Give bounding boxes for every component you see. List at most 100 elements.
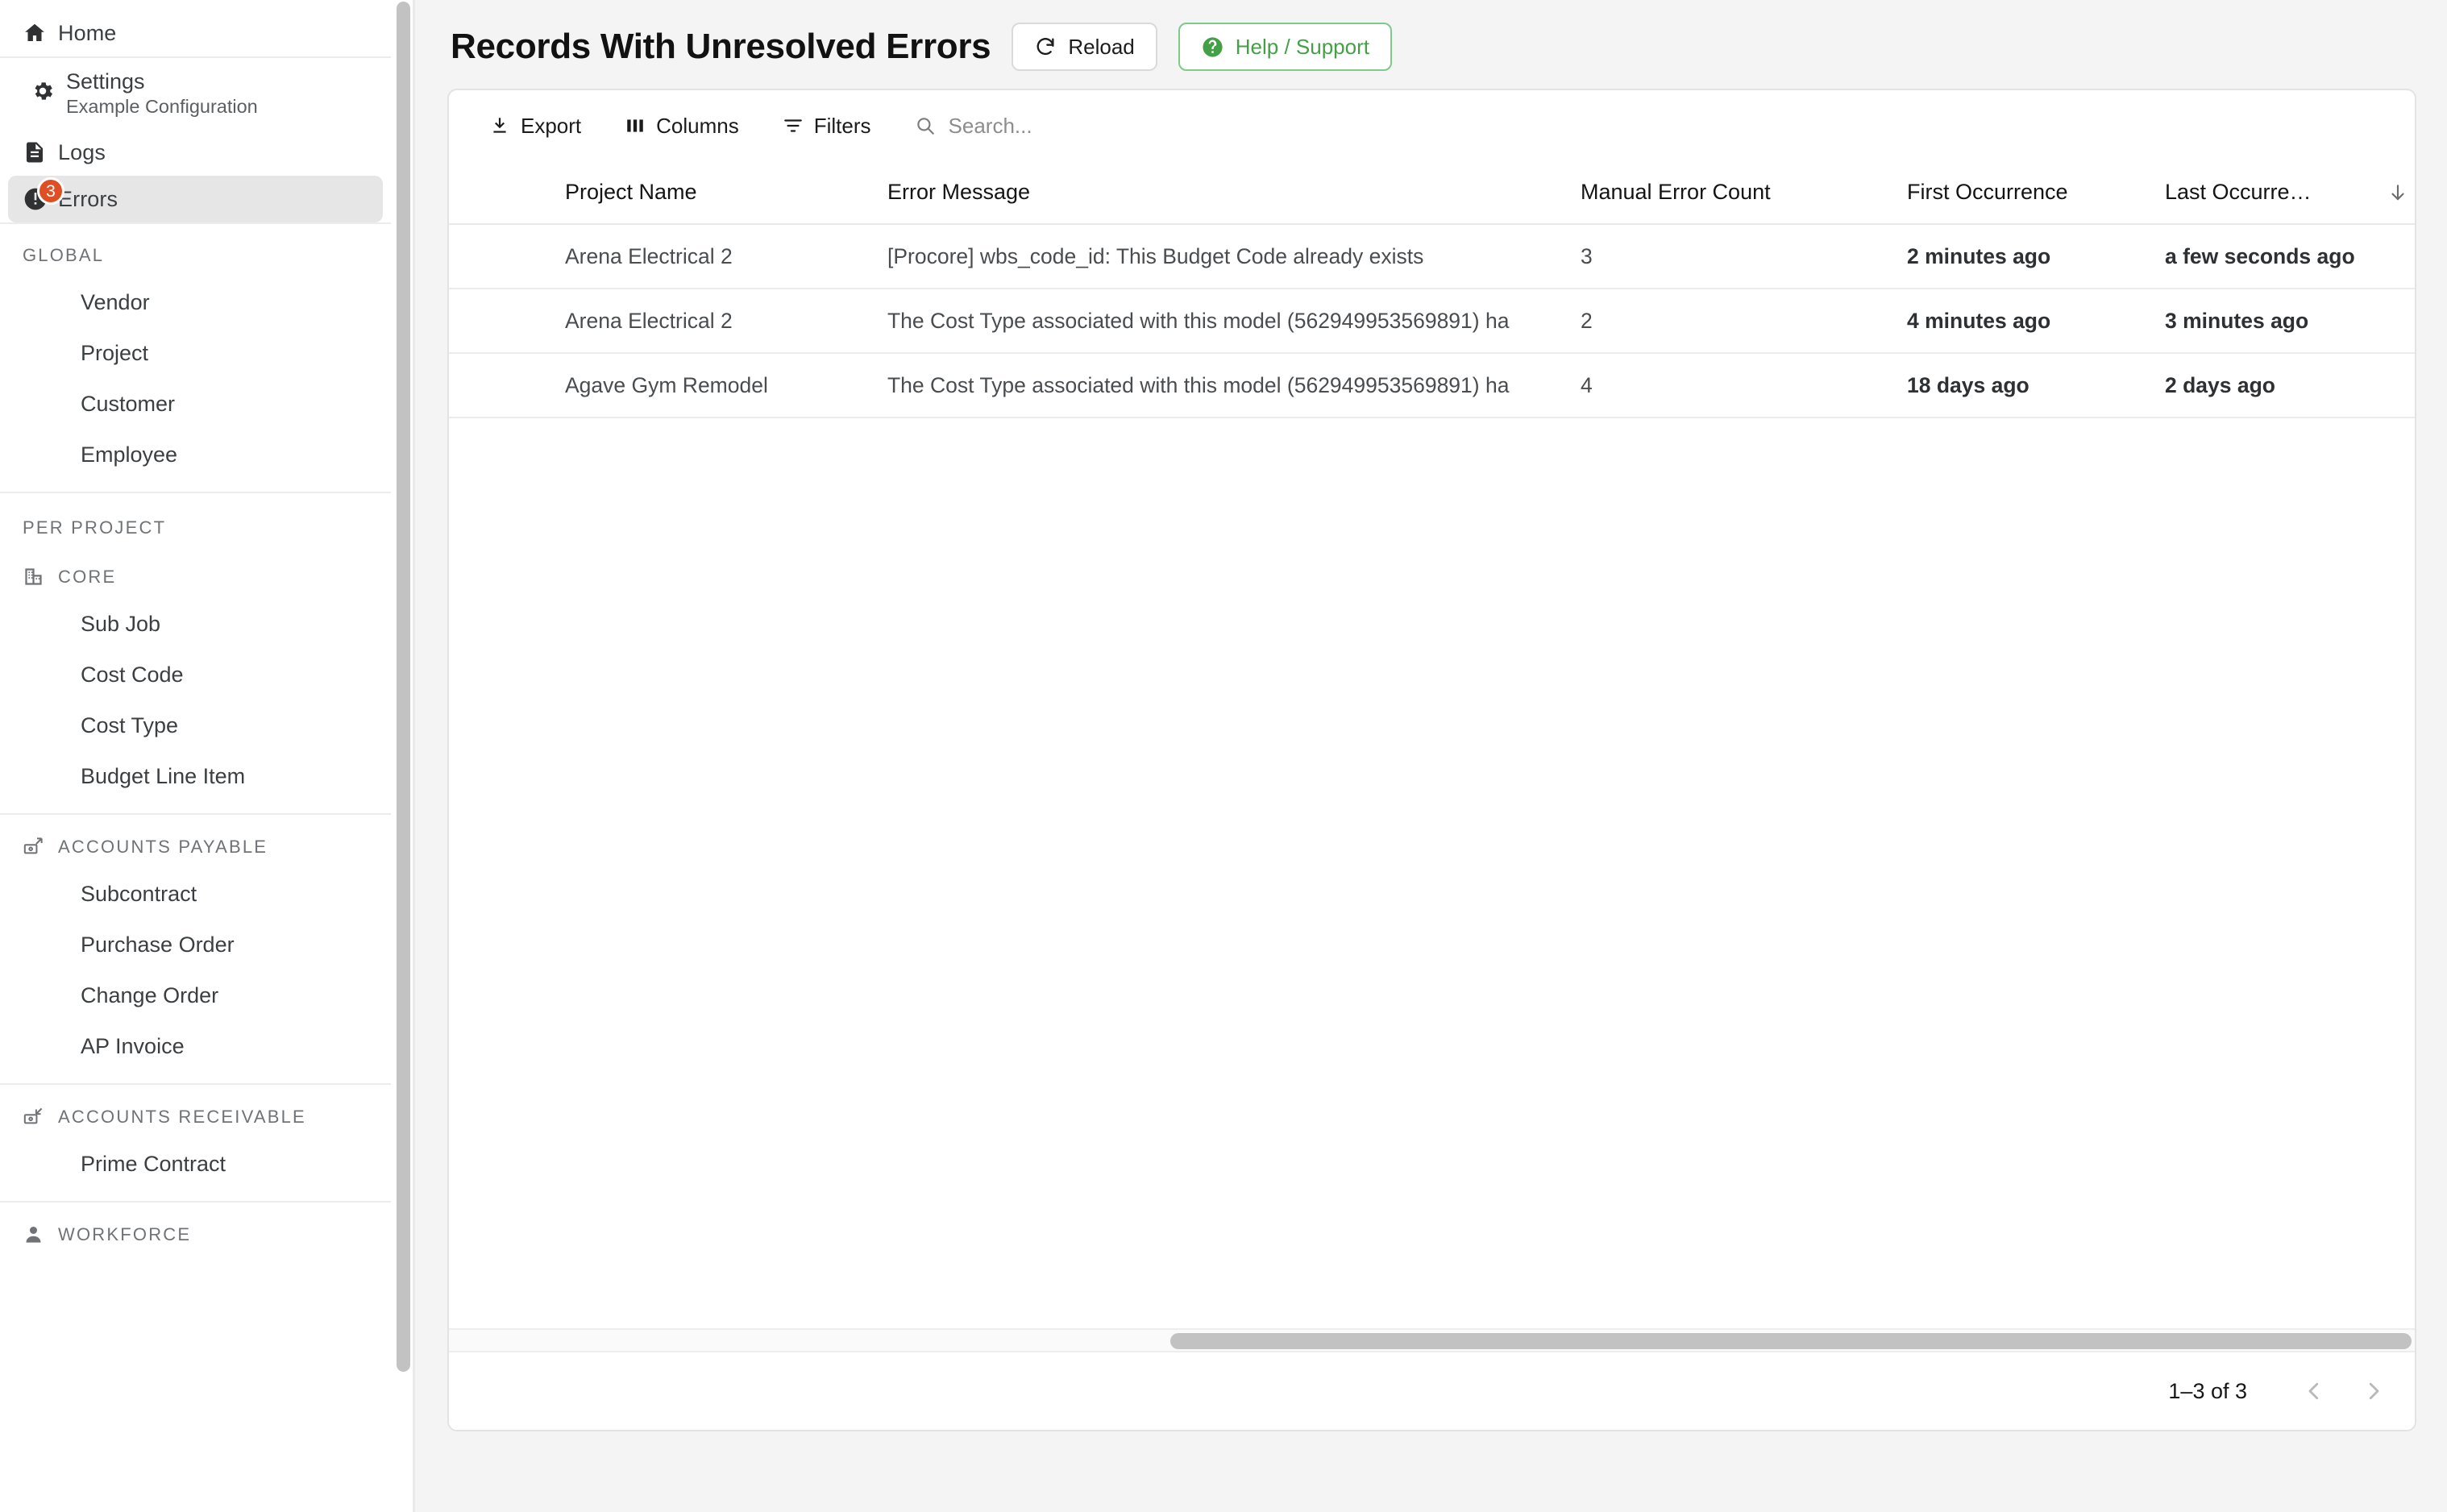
sidebar-group-per-project: PER PROJECT [0,493,391,545]
column-header-last-occurrence[interactable]: Last Occurre… [2154,161,2415,225]
sidebar-item-prime-contract[interactable]: Prime Contract [0,1139,391,1190]
sidebar-item-errors[interactable]: 3 Errors [8,176,383,222]
sidebar-group-workforce: WORKFORCE [0,1203,391,1257]
cell-project-name: Arena Electrical 2 [554,224,876,289]
cell-project-name: Agave Gym Remodel [554,353,876,418]
column-header-last-occurrence-label: Last Occurre… [2165,180,2312,204]
cell-manual-error-count: 2 [1569,289,1896,354]
sidebar-group-title: GLOBAL [23,245,105,265]
columns-icon [625,115,646,136]
sidebar-item-cost-code[interactable]: Cost Code [0,650,391,700]
table-horizontal-scrollbar-thumb[interactable] [1170,1333,2412,1349]
sidebar-item-project[interactable]: Project [0,328,391,379]
search-placeholder: Search... [948,113,1032,138]
sidebar-group-title: ACCOUNTS RECEIVABLE [58,1106,306,1127]
help-support-button[interactable]: Help / Support [1178,23,1392,71]
export-button[interactable]: Export [472,103,599,148]
pagination-next-button[interactable] [2347,1365,2400,1418]
sidebar-group-title: ACCOUNTS PAYABLE [58,836,268,857]
sidebar-item-settings[interactable]: Settings Example Configuration [8,58,383,129]
sidebar-group-header-accounts-receivable: ACCOUNTS RECEIVABLE [0,1085,391,1139]
table-row[interactable]: Arena Electrical 2 The Cost Type associa… [449,289,2415,354]
sidebar-settings-label: Settings [66,69,145,93]
sidebar-item-customer[interactable]: Customer [0,379,391,430]
reload-button[interactable]: Reload [1012,23,1157,71]
table-head: Project Name Error Message Manual Error … [449,161,2415,225]
sidebar-settings-sublabel: Example Configuration [66,96,258,117]
cell-manual-error-count: 3 [1569,224,1896,289]
sidebar-item-label: Home [58,20,117,45]
app-root: Home Settings Example Configuration Logs… [0,0,2447,1512]
cell-first-occurrence: 2 minutes ago [1896,224,2154,289]
sidebar-group-header-core: CORE [0,545,391,599]
sidebar-group-accounts-receivable: ACCOUNTS RECEIVABLE Prime Contract [0,1085,391,1203]
column-header-project-name[interactable]: Project Name [554,161,876,225]
sidebar-group-title: PER PROJECT [23,517,167,538]
sidebar-item-purchase-order[interactable]: Purchase Order [0,920,391,970]
cell-first-occurrence: 4 minutes ago [1896,289,2154,354]
row-select-cell[interactable] [449,224,554,289]
home-icon [23,21,58,45]
filter-icon [783,115,804,136]
row-select-cell[interactable] [449,289,554,354]
sidebar-group-global: GLOBAL Vendor Project Customer Employee [0,224,391,493]
search-icon [915,115,936,136]
sidebar-group-title: WORKFORCE [58,1223,192,1244]
main-content: Records With Unresolved Errors Reload He… [415,0,2447,1512]
sidebar-item-label: Logs [58,139,106,164]
cell-first-occurrence: 18 days ago [1896,353,2154,418]
table-row[interactable]: Agave Gym Remodel The Cost Type associat… [449,353,2415,418]
table-scroll-region: Project Name Error Message Manual Error … [449,161,2415,1328]
column-header-error-message[interactable]: Error Message [876,161,1569,225]
row-select-cell[interactable] [449,353,554,418]
cell-error-message: [Procore] wbs_code_id: This Budget Code … [876,224,1569,289]
gear-icon [31,69,66,103]
select-column-header [449,161,554,225]
search-input[interactable]: Search... [915,114,1032,139]
table-toolbar: Export Columns Filters Search... [449,90,2415,161]
sidebar-item-change-order[interactable]: Change Order [0,970,391,1021]
sidebar: Home Settings Example Configuration Logs… [0,0,415,1512]
sidebar-item-ap-invoice[interactable]: AP Invoice [0,1021,391,1072]
cell-last-occurrence: 3 minutes ago [2154,289,2415,354]
chevron-right-icon [2362,1379,2386,1403]
chevron-left-icon [2302,1379,2326,1403]
sidebar-item-sub-job[interactable]: Sub Job [0,599,391,650]
building-icon [23,566,58,588]
column-header-manual-error-count[interactable]: Manual Error Count [1569,161,1896,225]
sidebar-item-subcontract[interactable]: Subcontract [0,869,391,920]
person-icon [23,1223,58,1245]
sidebar-group-core: CORE Sub Job Cost Code Cost Type Budget … [0,545,391,815]
cell-error-message: The Cost Type associated with this model… [876,353,1569,418]
money-out-icon [23,836,58,858]
sidebar-group-header-workforce: WORKFORCE [0,1203,391,1257]
sidebar-group-title: CORE [58,566,117,587]
sidebar-group-accounts-payable: ACCOUNTS PAYABLE Subcontract Purchase Or… [0,815,391,1085]
sidebar-item-logs[interactable]: Logs [8,129,383,176]
cell-project-name: Arena Electrical 2 [554,289,876,354]
document-icon [23,140,58,164]
download-icon [489,115,510,136]
sidebar-item-cost-type[interactable]: Cost Type [0,700,391,751]
sidebar-scrollbar-thumb[interactable] [397,2,410,1372]
refresh-icon [1034,35,1057,58]
filters-button[interactable]: Filters [765,103,889,148]
column-header-first-occurrence[interactable]: First Occurrence [1896,161,2154,225]
money-in-icon [23,1106,58,1128]
table-row[interactable]: Arena Electrical 2 [Procore] wbs_code_id… [449,224,2415,289]
columns-button[interactable]: Columns [607,103,757,148]
sidebar-item-home[interactable]: Home [8,10,383,56]
arrow-down-icon [2387,182,2408,203]
table-horizontal-scrollbar[interactable] [449,1328,2415,1352]
errors-table: Project Name Error Message Manual Error … [449,161,2415,418]
help-support-button-label: Help / Support [1235,34,1369,59]
sidebar-section-config: Settings Example Configuration Logs 3 Er… [0,58,391,224]
pagination-prev-button[interactable] [2287,1365,2341,1418]
sidebar-item-budget-line-item[interactable]: Budget Line Item [0,751,391,802]
sidebar-item-employee[interactable]: Employee [0,430,391,480]
sidebar-item-vendor[interactable]: Vendor [0,277,391,328]
cell-manual-error-count: 4 [1569,353,1896,418]
question-circle-icon [1201,35,1224,59]
table-body: Arena Electrical 2 [Procore] wbs_code_id… [449,224,2415,418]
page-header: Records With Unresolved Errors Reload He… [447,0,2416,89]
